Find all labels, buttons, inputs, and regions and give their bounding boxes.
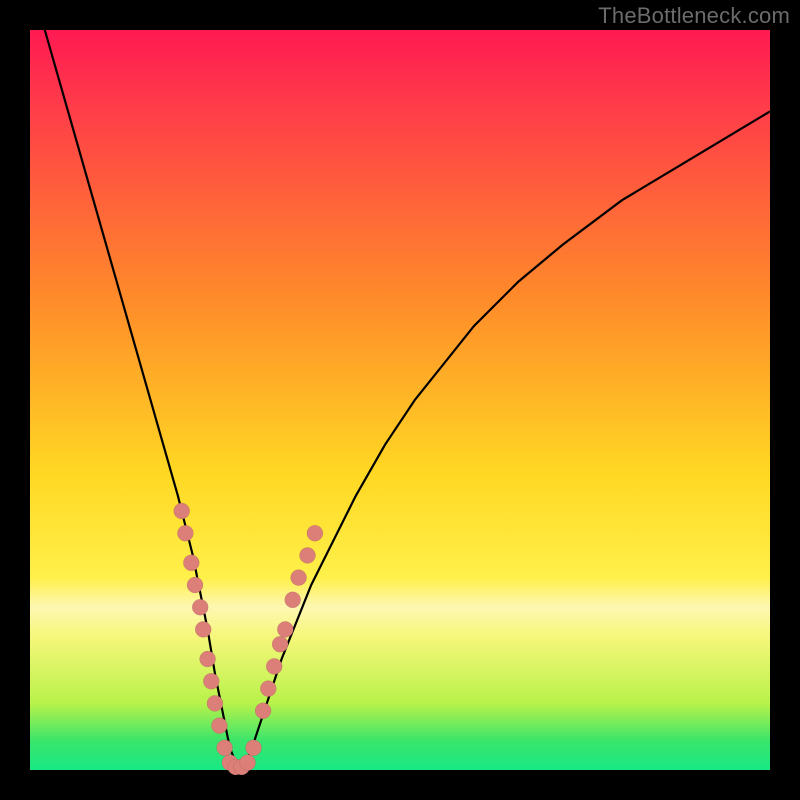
- sample-dot: [272, 636, 288, 652]
- sample-dot: [246, 740, 262, 756]
- watermark-text: TheBottleneck.com: [598, 3, 790, 29]
- chart-frame: TheBottleneck.com: [0, 0, 800, 800]
- sample-dots-group: [174, 503, 323, 775]
- bottleneck-curve: [45, 30, 770, 766]
- sample-dot: [300, 547, 316, 563]
- sample-dot: [177, 525, 193, 541]
- sample-dot: [307, 525, 323, 541]
- sample-dot: [240, 755, 256, 771]
- sample-dot: [217, 740, 233, 756]
- sample-dot: [174, 503, 190, 519]
- sample-dot: [187, 577, 203, 593]
- sample-dot: [285, 592, 301, 608]
- sample-dot: [266, 658, 282, 674]
- sample-dot: [195, 621, 211, 637]
- plot-area: [30, 30, 770, 770]
- sample-dot: [203, 673, 219, 689]
- sample-dot: [260, 681, 276, 697]
- sample-dot: [192, 599, 208, 615]
- sample-dot: [291, 570, 307, 586]
- sample-dot: [183, 555, 199, 571]
- chart-overlay: [30, 30, 770, 770]
- sample-dot: [211, 718, 227, 734]
- sample-dot: [200, 651, 216, 667]
- sample-dot: [207, 695, 223, 711]
- sample-dot: [255, 703, 271, 719]
- sample-dot: [277, 621, 293, 637]
